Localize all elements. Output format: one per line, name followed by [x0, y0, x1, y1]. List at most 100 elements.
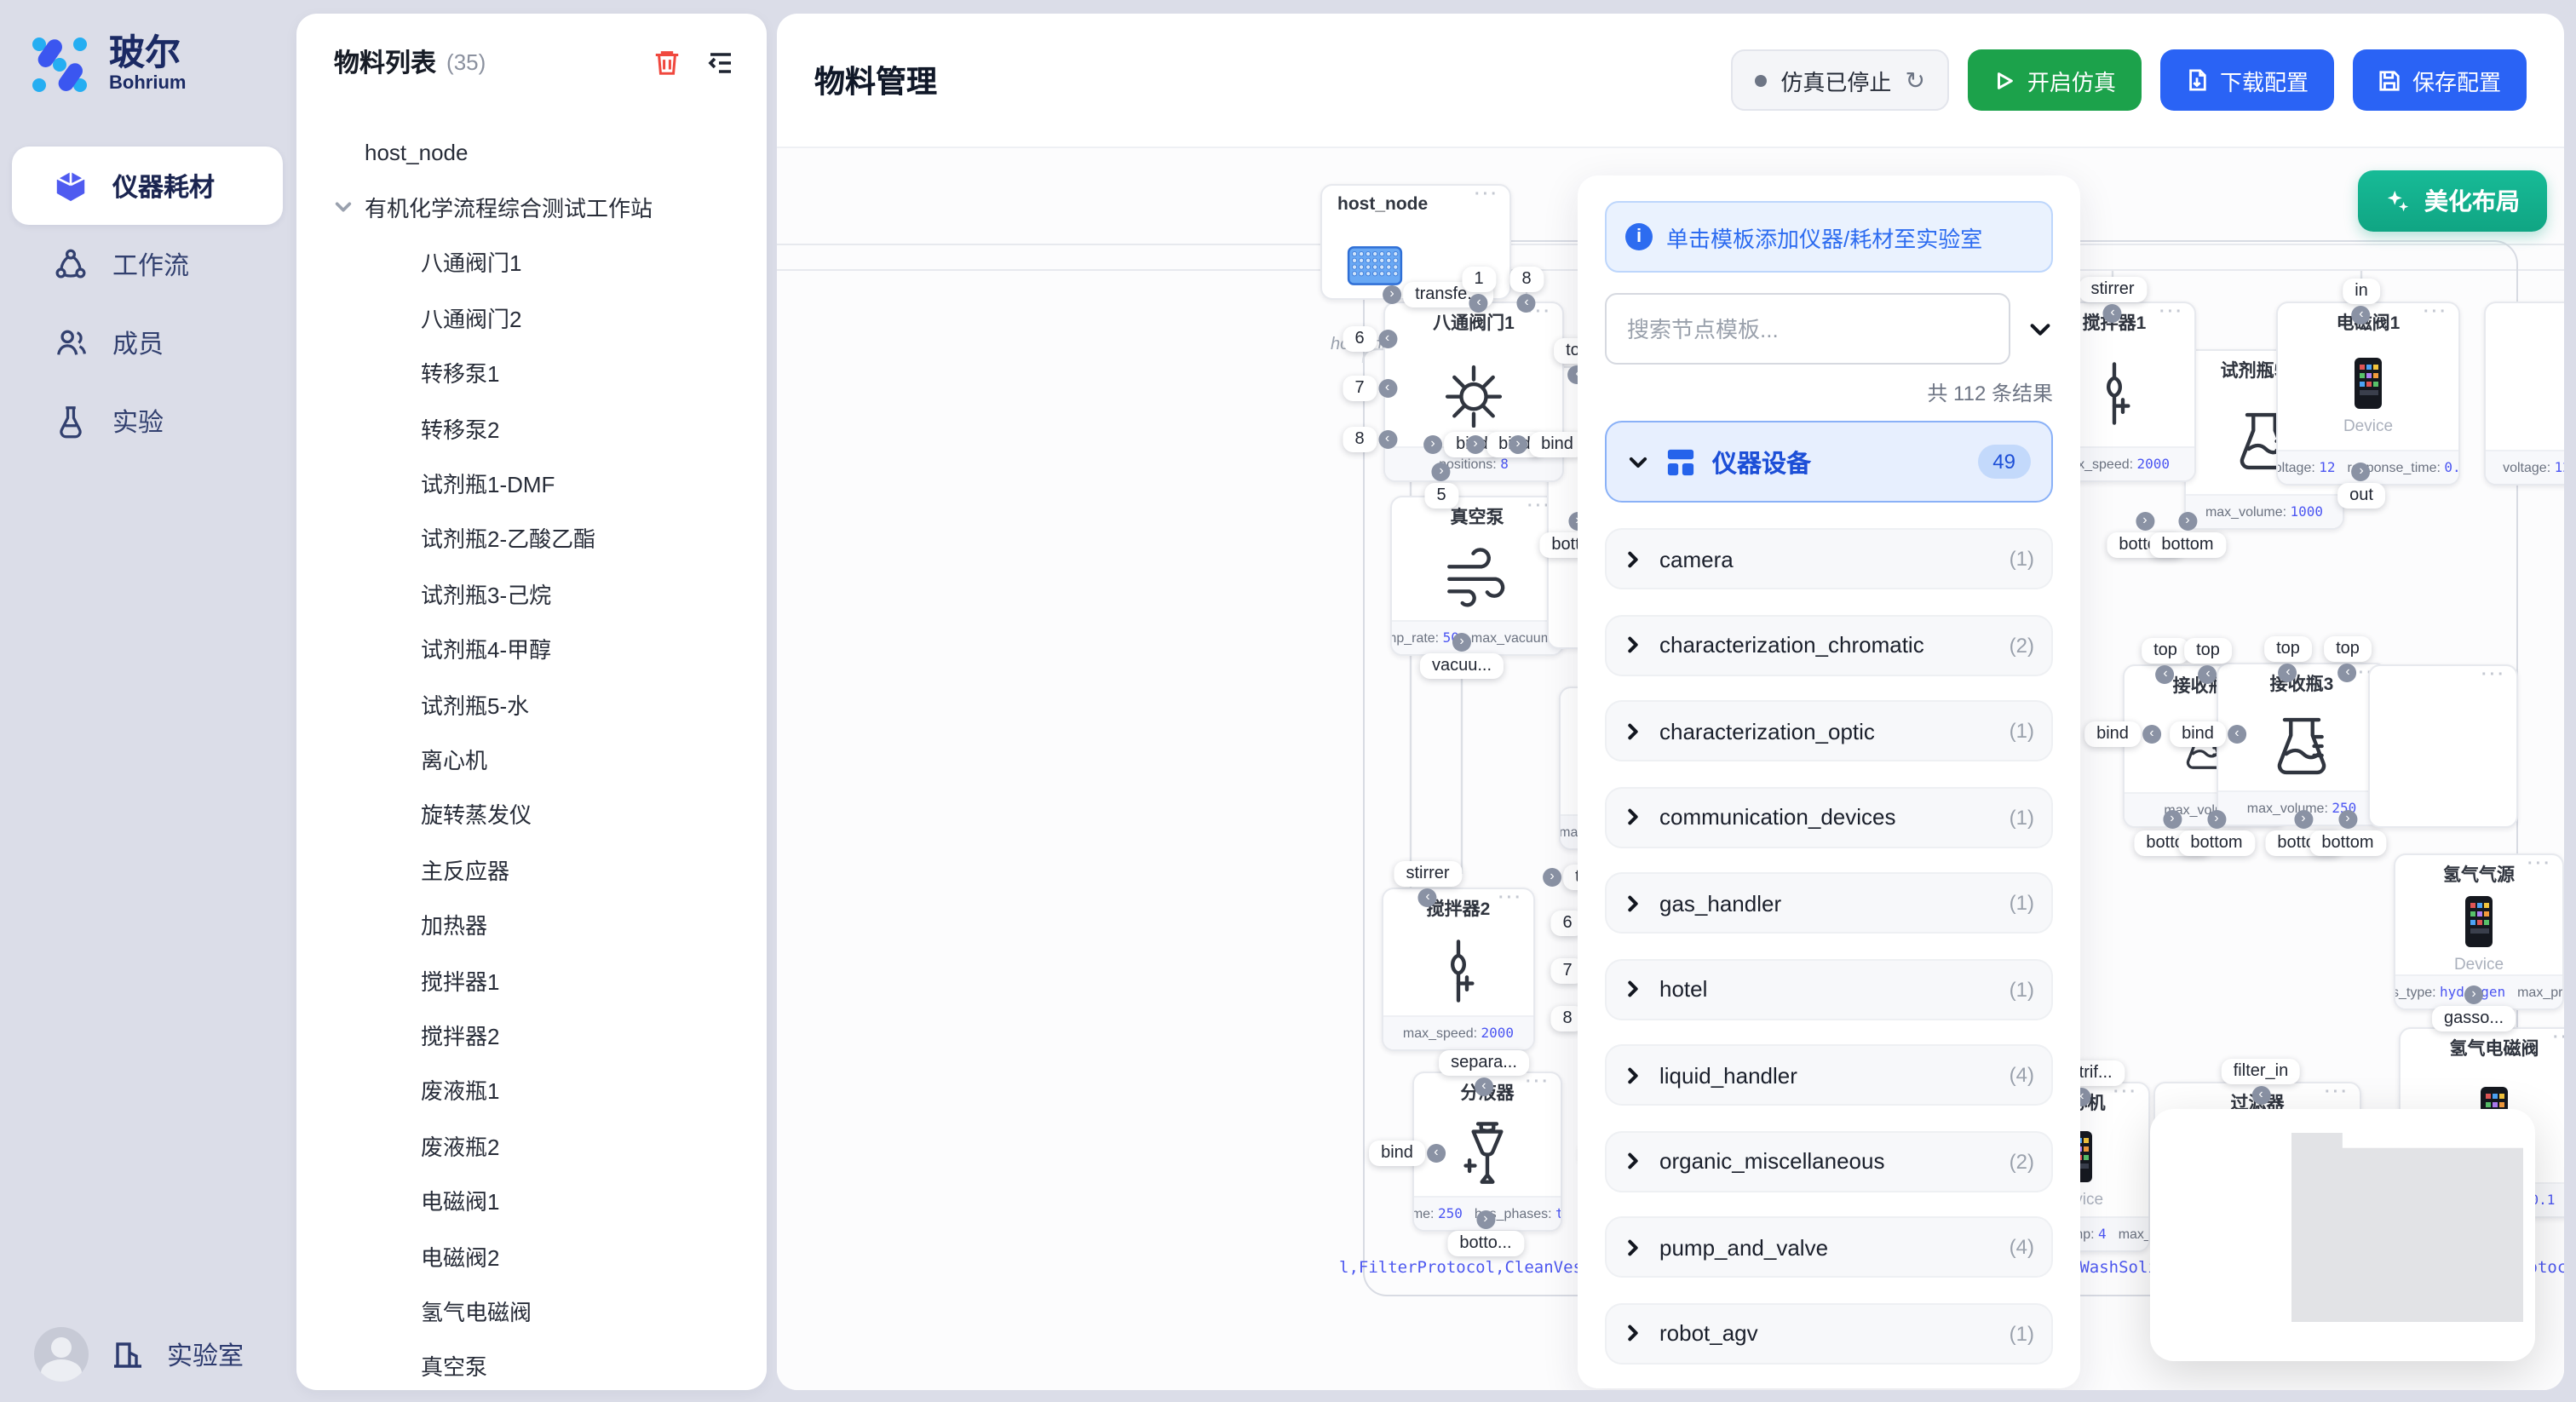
sidebar-footer[interactable]: 实验室: [0, 1327, 295, 1382]
tree-item[interactable]: 电磁阀2: [334, 1228, 736, 1284]
avatar[interactable]: [34, 1327, 89, 1382]
port-chip[interactable]: 1‹: [1462, 267, 1495, 292]
port-chip[interactable]: stirrer‹: [1394, 861, 1461, 887]
tree-item[interactable]: 八通阀门2: [334, 290, 736, 345]
tree-item[interactable]: 转移泵1: [334, 345, 736, 400]
tree-item[interactable]: 加热器: [334, 897, 736, 952]
valve-icon: [1440, 359, 1508, 428]
tree-item[interactable]: 真空泵: [334, 1338, 736, 1390]
tree-item[interactable]: 搅拌器1: [334, 952, 736, 1008]
preview-popup: [2150, 1109, 2535, 1361]
logo: 玻尔 Bohrium: [0, 24, 295, 99]
port-chip[interactable]: bind‹: [1369, 1141, 1425, 1166]
refresh-icon[interactable]: ↻: [1905, 66, 1924, 95]
tree-item[interactable]: 旋转蒸发仪: [334, 786, 736, 842]
port-chip[interactable]: 8‹: [1509, 267, 1543, 292]
tree-item-label: host_node: [365, 139, 468, 164]
node-menu-icon[interactable]: ···: [2159, 303, 2184, 322]
logo-en: Bohrium: [109, 73, 186, 94]
chevron-down-icon[interactable]: [334, 198, 365, 216]
collapse-tree-icon[interactable]: [705, 47, 736, 78]
port-chip[interactable]: gasso...›: [2432, 1006, 2516, 1031]
tree-item[interactable]: 试剂瓶5-水: [334, 676, 736, 732]
tree-item[interactable]: 氢气电磁阀: [334, 1283, 736, 1338]
category-robot_agv[interactable]: robot_agv(1): [1605, 1302, 2053, 1364]
port-chip[interactable]: 6‹: [1343, 326, 1376, 352]
stirrer-icon: [2080, 359, 2148, 428]
port-chip[interactable]: top‹: [2324, 636, 2372, 662]
tree-item[interactable]: 主反应器: [334, 842, 736, 897]
node-menu-icon[interactable]: ···: [2325, 1083, 2349, 1102]
port-chip[interactable]: 7‹: [1343, 376, 1376, 401]
node-hidden-card-b[interactable]: ···: [2368, 664, 2518, 828]
sidebar-item-workflow[interactable]: 工作流: [12, 225, 283, 303]
port-chip[interactable]: top‹: [2184, 638, 2232, 664]
node-solenoid-2[interactable]: voltage: 12: [2484, 302, 2564, 486]
category-pump_and_valve[interactable]: pump_and_valve(4): [1605, 1216, 2053, 1278]
node-menu-icon[interactable]: ···: [1498, 889, 1523, 908]
port-chip[interactable]: 5›: [1424, 483, 1458, 509]
tree-item[interactable]: 试剂瓶2-乙酸乙酯: [334, 510, 736, 566]
port-chip[interactable]: botto...›: [1447, 1231, 1523, 1256]
tree-item[interactable]: host_node: [334, 124, 736, 180]
tree-item-label: 搅拌器2: [421, 1019, 499, 1051]
tree-item[interactable]: 有机化学流程综合测试工作站: [334, 180, 736, 235]
sidebar-item-experiments[interactable]: 实验: [12, 382, 283, 460]
tree-item[interactable]: 试剂瓶3-己烷: [334, 566, 736, 621]
category-gas_handler[interactable]: gas_handler(1): [1605, 872, 2053, 934]
category-liquid_handler[interactable]: liquid_handler(4): [1605, 1044, 2053, 1106]
tree-item[interactable]: 搅拌器2: [334, 1008, 736, 1063]
port-chip[interactable]: filter_in‹: [2222, 1059, 2301, 1084]
node-stirrer-2[interactable]: 搅拌器2···max_speed: 2000: [1382, 888, 1535, 1051]
port-chip[interactable]: bind‹: [2084, 721, 2141, 747]
tree-item-label: 搅拌器1: [421, 963, 499, 996]
category-characterization_chromatic[interactable]: characterization_chromatic(2): [1605, 614, 2053, 675]
search-template-input[interactable]: [1605, 293, 2010, 365]
category-organic_miscellaneous[interactable]: organic_miscellaneous(2): [1605, 1130, 2053, 1192]
beautify-layout-button[interactable]: 美化布局: [2358, 170, 2547, 232]
sidebar-item-instruments[interactable]: 仪器耗材: [12, 147, 283, 225]
port-chip[interactable]: out›: [2337, 483, 2385, 509]
category-group-instruments[interactable]: 仪器设备 49: [1605, 421, 2053, 503]
tree-item[interactable]: 电磁阀1: [334, 1173, 736, 1228]
node-menu-icon[interactable]: ···: [2113, 1083, 2138, 1102]
category-camera[interactable]: camera(1): [1605, 528, 2053, 589]
port-chip[interactable]: bottom›: [2178, 830, 2254, 856]
tree-item[interactable]: 废液瓶2: [334, 1118, 736, 1173]
category-characterization_optic[interactable]: characterization_optic(1): [1605, 700, 2053, 761]
port-chip[interactable]: bottom›: [2149, 532, 2225, 558]
trash-icon[interactable]: [653, 48, 681, 77]
tree-item[interactable]: 离心机: [334, 732, 736, 787]
tree-item[interactable]: 试剂瓶1-DMF: [334, 456, 736, 511]
category-communication_devices[interactable]: communication_devices(1): [1605, 786, 2053, 848]
node-menu-icon[interactable]: ···: [2481, 666, 2506, 685]
chevron-down-icon[interactable]: [2027, 316, 2053, 342]
node-menu-icon[interactable]: ···: [2527, 855, 2552, 874]
sidebar-item-label: 仪器耗材: [112, 168, 215, 204]
category-hotel[interactable]: hotel(1): [1605, 958, 2053, 1020]
node-menu-icon[interactable]: ···: [2424, 303, 2448, 322]
tree-item[interactable]: 转移泵2: [334, 400, 736, 456]
port-chip[interactable]: top‹: [2264, 636, 2312, 662]
node-menu-icon[interactable]: ···: [1475, 186, 1499, 204]
tree-item[interactable]: 废液瓶1: [334, 1062, 736, 1118]
tree-item[interactable]: 八通阀门1: [334, 235, 736, 290]
node-solenoid-1[interactable]: 电磁阀1···Devicevoltage: 12response_time: 0…: [2276, 302, 2460, 486]
node-menu-icon[interactable]: ···: [2553, 1029, 2564, 1048]
port-chip[interactable]: separa...‹: [1439, 1050, 1529, 1076]
sidebar-item-members[interactable]: 成员: [12, 303, 283, 382]
node-vacuum-pump[interactable]: 真空泵···pump_rate: 50max_vacuum: 0.1: [1390, 496, 1564, 656]
save-config-button[interactable]: 保存配置: [2353, 49, 2527, 111]
node-receiver-3[interactable]: 接收瓶3···max_volume: 250: [2217, 663, 2387, 826]
port-chip[interactable]: vacuu...›: [1420, 653, 1504, 679]
port-chip[interactable]: bottom›: [2309, 830, 2385, 856]
node-menu-icon[interactable]: ···: [1526, 1073, 1550, 1092]
port-chip[interactable]: top‹: [2142, 638, 2189, 664]
tree-item[interactable]: 试剂瓶4-甲醇: [334, 621, 736, 676]
port-chip[interactable]: in‹: [2343, 279, 2380, 304]
start-simulation-button[interactable]: 开启仿真: [1968, 49, 2142, 111]
port-chip[interactable]: bind‹: [2170, 721, 2226, 747]
port-chip[interactable]: 8‹: [1343, 427, 1376, 452]
port-chip[interactable]: stirrer‹: [2079, 277, 2146, 302]
download-config-button[interactable]: 下载配置: [2160, 49, 2334, 111]
